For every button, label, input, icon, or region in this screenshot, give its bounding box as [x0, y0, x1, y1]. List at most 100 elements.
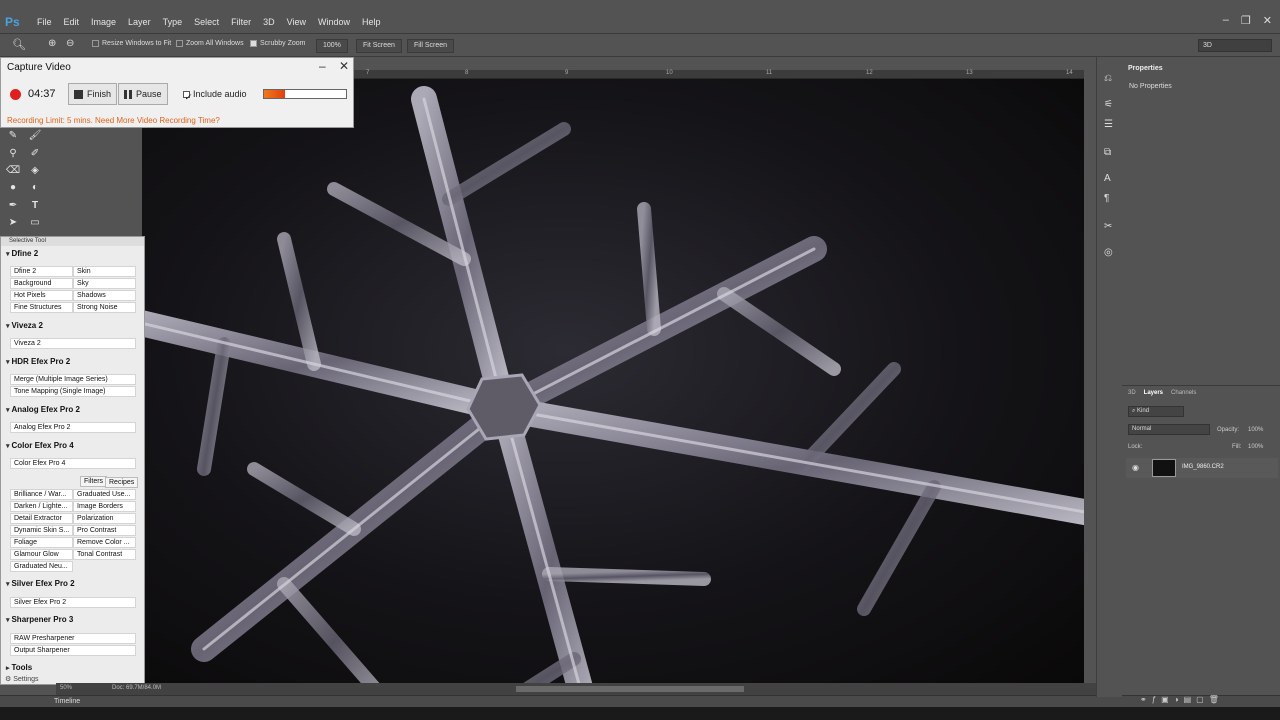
filter-viveza[interactable]: Viveza 2 [10, 338, 136, 349]
tab-properties[interactable]: Properties [1128, 65, 1163, 72]
layer-comps-icon[interactable]: ⧉ [1104, 147, 1111, 158]
filter-raw-presharpener[interactable]: RAW Presharpener [10, 633, 136, 644]
filter-kind-select[interactable]: ⌕ Kind [1128, 406, 1184, 417]
eraser-icon[interactable]: ⌫ [6, 165, 20, 177]
scrubby-zoom-checkbox[interactable]: Scrubby Zoom [250, 40, 306, 47]
filter-dfine[interactable]: Dfine 2 [10, 266, 73, 277]
menu-view[interactable]: View [281, 17, 312, 27]
close-icon[interactable]: ✕ [1263, 14, 1272, 27]
type-icon[interactable]: T [28, 200, 42, 212]
properties-icon[interactable]: ☰ [1104, 119, 1113, 130]
dodge-icon[interactable]: ◐ [28, 182, 42, 194]
menu-edit[interactable]: Edit [58, 17, 86, 27]
paint-bucket-icon[interactable]: ◈ [28, 165, 42, 177]
filter-background[interactable]: Background [10, 278, 73, 289]
path-select-icon[interactable]: ➤ [6, 217, 20, 229]
pen-icon[interactable]: ✒ [6, 200, 20, 212]
adjustment-layer-icon[interactable]: ◑ [1174, 695, 1184, 704]
tab-layers[interactable]: Layers [1144, 390, 1163, 396]
filter-color-efex[interactable]: Color Efex Pro 4 [10, 458, 136, 469]
resize-windows-checkbox[interactable]: Resize Windows to Fit [92, 40, 171, 47]
fill-screen-button[interactable]: Fill Screen [407, 39, 455, 53]
section-silver-efex[interactable]: Silver Efex Pro 2 [6, 579, 74, 588]
menu-file[interactable]: File [31, 17, 58, 27]
filter-hdr-tone-mapping[interactable]: Tone Mapping (Single Image) [10, 386, 136, 397]
restore-icon[interactable]: ❐ [1241, 14, 1251, 27]
link-icon[interactable]: ⚭ [1140, 695, 1152, 704]
include-audio-checkbox[interactable]: ✓ Include audio [183, 89, 247, 102]
filter-tonal-contrast[interactable]: Tonal Contrast [73, 549, 136, 560]
section-analog[interactable]: Analog Efex Pro 2 [6, 405, 79, 414]
rectangle-icon[interactable]: ▭ [28, 217, 42, 229]
blend-mode-select[interactable]: Normal [1128, 424, 1210, 435]
mask-icon[interactable]: ▣ [1161, 695, 1174, 704]
section-color-efex[interactable]: Color Efex Pro 4 [6, 441, 73, 450]
character-icon[interactable]: A [1104, 173, 1111, 184]
zoom-in-icon[interactable]: ⊕ [48, 38, 56, 49]
filter-detail-extractor[interactable]: Detail Extractor [10, 513, 73, 524]
healing-brush-icon[interactable]: ✎ [6, 130, 20, 142]
filter-dynamic-skin[interactable]: Dynamic Skin S... [10, 525, 73, 536]
new-layer-icon[interactable]: ▢ [1196, 695, 1209, 704]
workspace-select[interactable]: 3D [1198, 39, 1272, 52]
zoom-100-button[interactable]: 100% [316, 39, 348, 53]
finish-button[interactable]: Finish [68, 83, 118, 105]
filter-hdr-merge[interactable]: Merge (Multiple Image Series) [10, 374, 136, 385]
fill-value[interactable]: 100% [1248, 444, 1263, 450]
filter-shadows[interactable]: Shadows [73, 290, 136, 301]
close-icon[interactable]: ✕ [339, 59, 349, 73]
fx-icon[interactable]: ƒ [1152, 695, 1161, 704]
brush-presets-icon[interactable]: ◎ [1104, 247, 1113, 258]
menu-select[interactable]: Select [188, 17, 225, 27]
filter-pro-contrast[interactable]: Pro Contrast [73, 525, 136, 536]
menu-window[interactable]: Window [312, 17, 356, 27]
minimize-icon[interactable]: – [319, 59, 326, 73]
filter-image-borders[interactable]: Image Borders [73, 501, 136, 512]
filter-remove-color[interactable]: Remove Color ... [73, 537, 136, 548]
filter-glamour-glow[interactable]: Glamour Glow [10, 549, 73, 560]
filter-output-sharpener[interactable]: Output Sharpener [10, 645, 136, 656]
brush-icon[interactable]: 🖌︎ [28, 130, 42, 142]
menu-3d[interactable]: 3D [257, 17, 281, 27]
filter-graduated-user[interactable]: Graduated Use... [73, 489, 136, 500]
visibility-eye-icon[interactable]: ◉ [1132, 463, 1139, 472]
zoom-tool-icon[interactable]: 🔍︎ [12, 38, 26, 51]
filter-silver-efex[interactable]: Silver Efex Pro 2 [10, 597, 136, 608]
zoom-level[interactable]: 50% [60, 685, 72, 691]
pause-button[interactable]: Pause [118, 83, 168, 105]
timeline-tab[interactable]: Timeline [54, 698, 80, 705]
document-canvas[interactable] [142, 79, 1084, 683]
horizontal-scrollbar[interactable] [516, 686, 744, 692]
menu-type[interactable]: Type [157, 17, 189, 27]
menu-help[interactable]: Help [356, 17, 387, 27]
filter-fine-structures[interactable]: Fine Structures [10, 302, 73, 313]
filter-foliage[interactable]: Foliage [10, 537, 73, 548]
section-sharpener[interactable]: Sharpener Pro 3 [6, 615, 73, 624]
filter-graduated-neutral[interactable]: Graduated Neu... [10, 561, 73, 572]
filter-polarization[interactable]: Polarization [73, 513, 136, 524]
filter-brilliance[interactable]: Brilliance / War... [10, 489, 73, 500]
filter-strong-noise[interactable]: Strong Noise [73, 302, 136, 313]
zoom-out-icon[interactable]: ⊖ [66, 38, 74, 49]
tab-filters[interactable]: Filters [80, 476, 108, 487]
folder-icon[interactable]: ▤ [1184, 695, 1197, 704]
fit-screen-button[interactable]: Fit Screen [356, 39, 402, 53]
blur-icon[interactable]: ● [6, 182, 20, 194]
adjustments-icon[interactable]: ⚟ [1104, 99, 1113, 110]
opacity-value[interactable]: 100% [1248, 427, 1263, 433]
zoom-all-checkbox[interactable]: Zoom All Windows [176, 40, 244, 47]
recording-limit-link[interactable]: Recording Limit: 5 mins. Need More Video… [7, 116, 220, 125]
trash-icon[interactable]: 🗑︎ [1209, 695, 1224, 704]
tab-channels[interactable]: Channels [1171, 390, 1196, 396]
menu-filter[interactable]: Filter [225, 17, 257, 27]
menu-image[interactable]: Image [85, 17, 122, 27]
minimize-icon[interactable]: – [1223, 14, 1229, 27]
filter-sky[interactable]: Sky [73, 278, 136, 289]
menu-layer[interactable]: Layer [122, 17, 157, 27]
section-dfine[interactable]: Dfine 2 [6, 249, 38, 258]
tab-3d[interactable]: 3D [1128, 390, 1136, 396]
filter-hot-pixels[interactable]: Hot Pixels [10, 290, 73, 301]
tab-recipes[interactable]: Recipes [105, 477, 139, 488]
filter-darken-lighten[interactable]: Darken / Lighte... [10, 501, 73, 512]
history-icon[interactable]: ⎌ [1104, 73, 1112, 84]
